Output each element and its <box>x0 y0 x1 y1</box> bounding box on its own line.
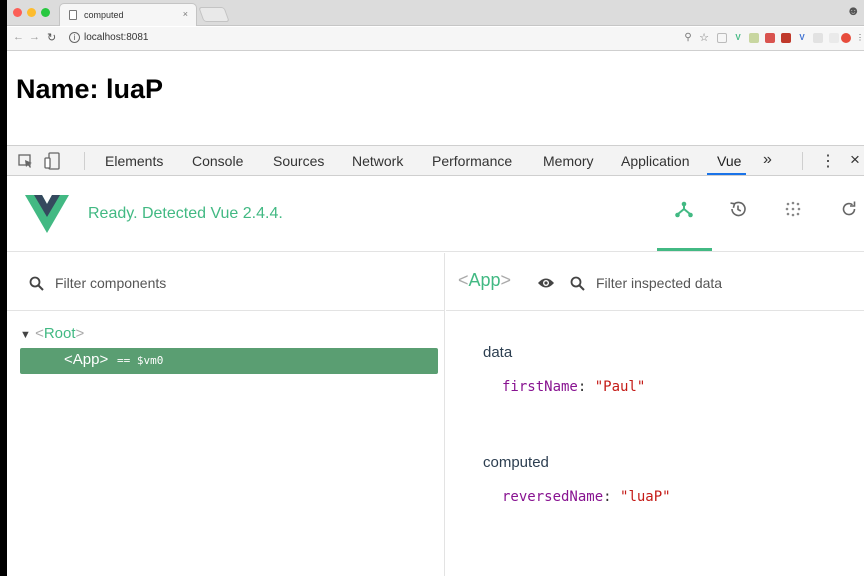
extension-icon[interactable] <box>765 33 775 43</box>
device-toolbar-icon[interactable] <box>44 152 62 170</box>
inspected-component-title: <App> <box>458 270 511 291</box>
tab-memory[interactable]: Memory <box>543 153 594 169</box>
extension-icon[interactable] <box>781 33 791 43</box>
back-arrow-icon[interactable]: ← <box>13 31 24 43</box>
active-tab-indicator <box>707 173 746 175</box>
refresh-icon[interactable] <box>839 199 859 219</box>
property-value[interactable]: "Paul" <box>595 379 646 395</box>
address-toolbar: ← → ↻ i localhost:8081 ⚲ ☆ V V ⋮ <box>7 27 864 51</box>
components-icon[interactable] <box>674 199 694 219</box>
devtools-tab-bar: Elements Console Sources Network Perform… <box>7 146 864 176</box>
tag-bracket: > <box>500 270 512 290</box>
history-icon[interactable] <box>728 199 748 219</box>
vue-logo-icon <box>25 195 69 233</box>
property-value[interactable]: "luaP" <box>620 489 671 505</box>
vue-devtools-header: Ready. Detected Vue 2.4.4. <box>7 177 864 252</box>
extension-icon[interactable] <box>841 33 851 43</box>
tab-application[interactable]: Application <box>621 153 690 169</box>
page-heading: Name: luaP <box>16 74 164 104</box>
address-bar[interactable]: i localhost:8081 <box>69 31 679 47</box>
tag-bracket: > <box>75 325 85 342</box>
info-icon[interactable]: i <box>69 32 80 43</box>
property-row[interactable]: firstName: "Paul" <box>502 379 645 395</box>
divider <box>84 152 85 170</box>
eye-icon[interactable] <box>537 276 555 290</box>
vuex-icon[interactable] <box>783 199 803 219</box>
section-title-data[interactable]: data <box>483 344 512 361</box>
extension-icon[interactable]: V <box>797 33 807 43</box>
extension-icon[interactable] <box>829 33 839 43</box>
person-circle-icon[interactable]: ☻ <box>846 3 860 18</box>
colon: : <box>577 379 595 395</box>
tree-node-root[interactable]: ▼ <Root> <box>20 325 84 342</box>
browser-window: computed × ☻ ← → ↻ i localhost:8081 ⚲ ☆ … <box>0 0 864 576</box>
extension-icon[interactable] <box>717 33 727 43</box>
tab-strip: computed × ☻ <box>7 0 864 26</box>
star-icon[interactable]: ☆ <box>699 33 709 44</box>
expand-triangle-icon[interactable]: ▼ <box>20 329 31 341</box>
inspected-component-name: App <box>468 270 501 290</box>
tab-console[interactable]: Console <box>192 153 243 169</box>
property-key: reversedName <box>502 489 604 505</box>
minimize-window-button[interactable] <box>27 8 36 17</box>
tab-close-icon[interactable]: × <box>183 9 188 19</box>
close-window-button[interactable] <box>13 8 22 17</box>
filter-components-input[interactable]: Filter components <box>55 275 166 291</box>
tag-bracket: < <box>35 325 44 342</box>
extension-icon[interactable] <box>813 33 823 43</box>
vm-reference: == $vm0 <box>117 354 164 367</box>
document-icon <box>69 10 77 20</box>
inspector-header: <App> Filter inspected data <box>446 253 864 311</box>
inspector-pane: <App> Filter inspected data data firstNa… <box>446 253 864 576</box>
property-row[interactable]: reversedName: "luaP" <box>502 489 671 505</box>
extension-icon[interactable] <box>749 33 759 43</box>
reload-icon[interactable]: ↻ <box>47 31 56 44</box>
new-tab-button[interactable] <box>198 7 230 22</box>
tree-node-app-label: <App> <box>64 351 109 368</box>
tab-performance[interactable]: Performance <box>432 153 512 169</box>
property-key: firstName <box>502 379 578 395</box>
vue-extension-icon[interactable]: V <box>733 33 743 43</box>
inspect-element-icon[interactable] <box>18 154 34 169</box>
maximize-window-button[interactable] <box>41 8 50 17</box>
tab-title: computed <box>84 10 124 20</box>
filter-components-bar[interactable]: Filter components <box>7 253 444 311</box>
forward-arrow-icon[interactable]: → <box>29 31 40 43</box>
more-tabs-button[interactable]: » <box>763 151 772 169</box>
divider <box>802 152 803 170</box>
component-tree-pane: Filter components ▼ <Root> <App> == $vm0 <box>7 253 445 576</box>
devtools-panel: Elements Console Sources Network Perform… <box>7 145 864 576</box>
browser-tab[interactable]: computed × <box>59 3 197 26</box>
browser-menu-icon[interactable]: ⋮ <box>855 33 864 43</box>
active-view-indicator <box>657 248 712 251</box>
tab-vue[interactable]: Vue <box>717 153 741 169</box>
url-text[interactable]: localhost:8081 <box>84 32 149 43</box>
tag-bracket: < <box>458 270 469 290</box>
devtools-menu-button[interactable]: ⋮ <box>820 151 836 171</box>
colon: : <box>603 489 621 505</box>
vue-status-text: Ready. Detected Vue 2.4.4. <box>88 205 283 222</box>
zoom-icon[interactable]: ⚲ <box>683 33 693 43</box>
search-icon <box>570 276 585 291</box>
tab-sources[interactable]: Sources <box>273 153 324 169</box>
tree-node-root-label: Root <box>43 325 76 342</box>
filter-inspected-input[interactable]: Filter inspected data <box>596 275 722 291</box>
search-icon <box>29 276 44 291</box>
section-title-computed[interactable]: computed <box>483 454 549 471</box>
tab-elements[interactable]: Elements <box>105 153 163 169</box>
tab-network[interactable]: Network <box>352 153 403 169</box>
devtools-close-button[interactable]: × <box>850 150 860 170</box>
tree-node-app[interactable]: <App> == $vm0 <box>20 348 438 374</box>
